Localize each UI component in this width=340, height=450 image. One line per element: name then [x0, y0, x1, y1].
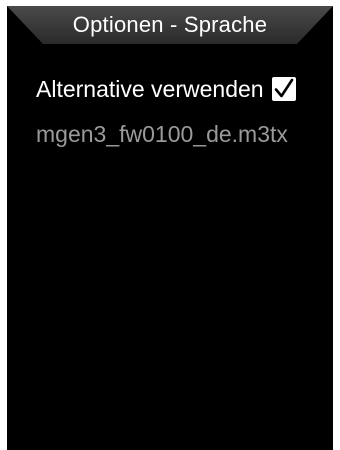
page-title: Optionen - Sprache — [72, 12, 268, 37]
checkmark-icon — [274, 78, 293, 98]
language-file-item[interactable]: mgen3_fw0100_de.m3tx — [36, 117, 288, 151]
alternative-checkbox[interactable] — [271, 77, 296, 101]
title-bar: Optionen - Sprache — [7, 6, 333, 44]
device-screen: Optionen - Sprache Alternative verwenden… — [7, 6, 333, 450]
option-alternative-row[interactable]: Alternative verwenden — [36, 72, 296, 106]
option-alternative-label: Alternative verwenden — [36, 76, 264, 102]
